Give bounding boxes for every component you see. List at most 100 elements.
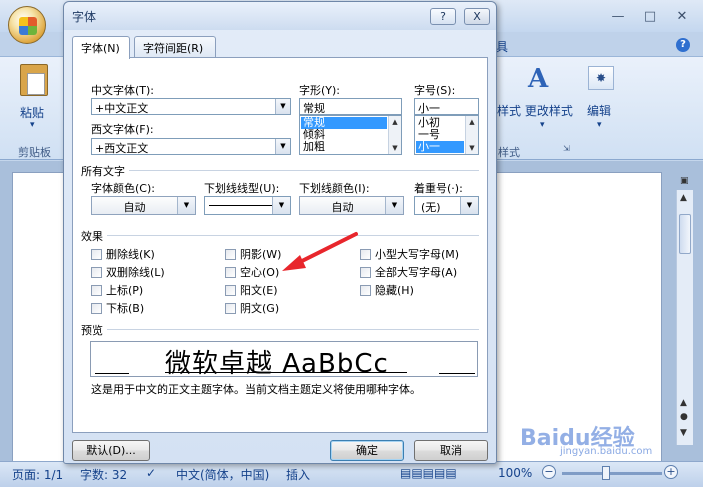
hidden-checkbox[interactable]: 隐藏(H) xyxy=(360,282,414,298)
zoom-slider[interactable] xyxy=(562,472,662,475)
dialog-close-button[interactable]: X xyxy=(464,8,490,25)
checkbox-box[interactable] xyxy=(360,284,371,296)
font-color-value: 自动 xyxy=(123,201,146,214)
font-size-list[interactable]: 小初 一号 小一 ▲ ▼ xyxy=(414,115,479,155)
find-binoculars-icon[interactable]: ✸ xyxy=(588,66,614,90)
ok-button[interactable]: 确定 xyxy=(330,440,404,461)
scroll-up-icon[interactable]: ▲ xyxy=(466,116,478,128)
checkbox-box[interactable] xyxy=(225,284,236,296)
checkbox-label: 下标(B) xyxy=(106,302,145,315)
office-button[interactable] xyxy=(8,6,46,44)
tab-character-spacing[interactable]: 字符间距(R) xyxy=(134,36,216,58)
checkbox-box[interactable] xyxy=(225,302,236,314)
page-count[interactable]: 页面: 1/1 xyxy=(12,466,63,483)
emphasis-mark-select[interactable]: (无) ▼ xyxy=(414,196,479,215)
checkbox-box[interactable] xyxy=(91,284,102,296)
paste-button-label[interactable]: 粘贴 xyxy=(20,104,44,121)
underline-color-value: 自动 xyxy=(331,201,354,214)
font-color-select[interactable]: 自动 ▼ xyxy=(91,196,196,215)
checkbox-label: 阴影(W) xyxy=(240,248,282,261)
insert-mode[interactable]: 插入 xyxy=(286,466,310,483)
font-size-input[interactable]: 小一 xyxy=(414,98,479,115)
dialog-title: 字体 xyxy=(72,10,97,24)
preview-description: 这是用于中文的正文主题字体。当前文档主题定义将使用哪种字体。 xyxy=(91,383,421,396)
zoom-slider-knob[interactable] xyxy=(602,466,610,480)
scroll-down-icon[interactable]: ▼ xyxy=(466,142,478,154)
zoom-in-icon[interactable]: + xyxy=(664,465,678,479)
cancel-button[interactable]: 取消 xyxy=(414,440,488,461)
list-scrollbar[interactable]: ▲ ▼ xyxy=(465,116,478,154)
styles-dropdown-icon[interactable]: ▾ xyxy=(540,120,545,130)
chevron-down-icon[interactable]: ▼ xyxy=(385,197,403,214)
help-button[interactable]: ? xyxy=(430,8,456,25)
checkbox-box[interactable] xyxy=(91,248,102,260)
engrave-checkbox[interactable]: 阴文(G) xyxy=(225,300,279,316)
chevron-down-icon[interactable]: ▼ xyxy=(272,197,290,214)
prev-page-icon[interactable]: ▲ xyxy=(680,398,687,408)
next-page-icon[interactable]: ▼ xyxy=(680,428,687,438)
maximize-icon[interactable]: □ xyxy=(635,6,665,26)
close-icon[interactable]: ✕ xyxy=(667,6,697,26)
chevron-down-icon[interactable]: ▼ xyxy=(275,99,290,114)
emboss-checkbox[interactable]: 阳文(E) xyxy=(225,282,278,298)
western-font-select[interactable]: +西文正文 ▼ xyxy=(91,138,291,155)
small-caps-checkbox[interactable]: 小型大写字母(M) xyxy=(360,246,459,262)
checkbox-box[interactable] xyxy=(360,266,371,278)
minimize-icon[interactable]: — xyxy=(603,6,633,26)
tab-font[interactable]: 字体(N) xyxy=(72,36,130,59)
default-button[interactable]: 默认(D)... xyxy=(72,440,150,461)
scroll-up-icon[interactable]: ▲ xyxy=(389,116,401,128)
ruler-toggle-icon[interactable]: ▣ xyxy=(680,176,689,186)
font-size-label: 字号(S): xyxy=(414,84,456,97)
list-scrollbar[interactable]: ▲ ▼ xyxy=(388,116,401,154)
ribbon-tab-tools[interactable]: 具 xyxy=(496,38,508,55)
double-strikethrough-checkbox[interactable]: 双删除线(L) xyxy=(91,264,165,280)
checkbox-label: 隐藏(H) xyxy=(375,284,414,297)
zoom-level[interactable]: 100% xyxy=(498,466,532,480)
checkbox-box[interactable] xyxy=(360,248,371,260)
strikethrough-checkbox[interactable]: 删除线(K) xyxy=(91,246,155,262)
checkbox-box[interactable] xyxy=(91,302,102,314)
chevron-down-icon[interactable]: ▼ xyxy=(177,197,195,214)
emphasis-mark-label: 着重号(·): xyxy=(414,182,463,195)
chinese-font-select[interactable]: +中文正文 ▼ xyxy=(91,98,291,115)
language-status[interactable]: 中文(简体，中国) xyxy=(176,466,269,483)
superscript-checkbox[interactable]: 上标(P) xyxy=(91,282,143,298)
outline-checkbox[interactable]: 空心(O) xyxy=(225,264,279,280)
zoom-out-icon[interactable]: − xyxy=(542,465,556,479)
underline-style-select[interactable]: ▼ xyxy=(204,196,291,215)
underline-color-select[interactable]: 自动 ▼ xyxy=(299,196,404,215)
shadow-checkbox[interactable]: 阴影(W) xyxy=(225,246,281,262)
change-styles-icon[interactable]: A xyxy=(528,64,548,94)
browse-object-icon[interactable]: ● xyxy=(680,412,688,422)
preview-baseline-right xyxy=(439,373,475,374)
scroll-down-icon[interactable]: ▼ xyxy=(389,142,401,154)
scroll-thumb[interactable] xyxy=(679,214,691,254)
edit-dropdown-icon[interactable]: ▾ xyxy=(597,120,602,130)
help-icon[interactable]: ? xyxy=(676,38,690,52)
edit-button-label[interactable]: 编辑 xyxy=(587,102,611,119)
list-item[interactable]: 加粗 xyxy=(301,141,325,153)
list-item[interactable]: 小一 xyxy=(416,141,464,153)
change-styles-label[interactable]: 样式 更改样式 xyxy=(497,102,573,119)
styles-launcher-icon[interactable]: ⇲ xyxy=(563,144,570,153)
chevron-down-icon[interactable]: ▼ xyxy=(275,139,290,154)
view-buttons-icon[interactable]: ▤▤▤▤▤ xyxy=(400,466,457,480)
proofing-icon[interactable]: ✓ xyxy=(146,466,156,480)
all-caps-checkbox[interactable]: 全部大写字母(A) xyxy=(360,264,457,280)
font-style-label: 字形(Y): xyxy=(299,84,341,97)
chevron-down-icon[interactable]: ▼ xyxy=(460,197,478,214)
font-dialog: 字体 ? X 字体(N) 字符间距(R) 中文字体(T): +中文正文 ▼ 西文… xyxy=(63,1,497,464)
all-text-section-label: 所有文字 xyxy=(81,165,125,178)
subscript-checkbox[interactable]: 下标(B) xyxy=(91,300,144,316)
scroll-up-icon[interactable]: ▲ xyxy=(680,193,687,203)
paste-dropdown-icon[interactable]: ▾ xyxy=(30,120,35,130)
checkbox-label: 删除线(K) xyxy=(106,248,155,261)
word-count[interactable]: 字数: 32 xyxy=(80,466,127,483)
checkbox-box[interactable] xyxy=(91,266,102,278)
checkbox-box[interactable] xyxy=(225,248,236,260)
checkbox-box[interactable] xyxy=(225,266,236,278)
font-style-input[interactable]: 常规 xyxy=(299,98,402,115)
font-style-list[interactable]: 常规 倾斜 加粗 ▲ ▼ xyxy=(299,115,402,155)
paste-icon[interactable] xyxy=(20,64,48,96)
